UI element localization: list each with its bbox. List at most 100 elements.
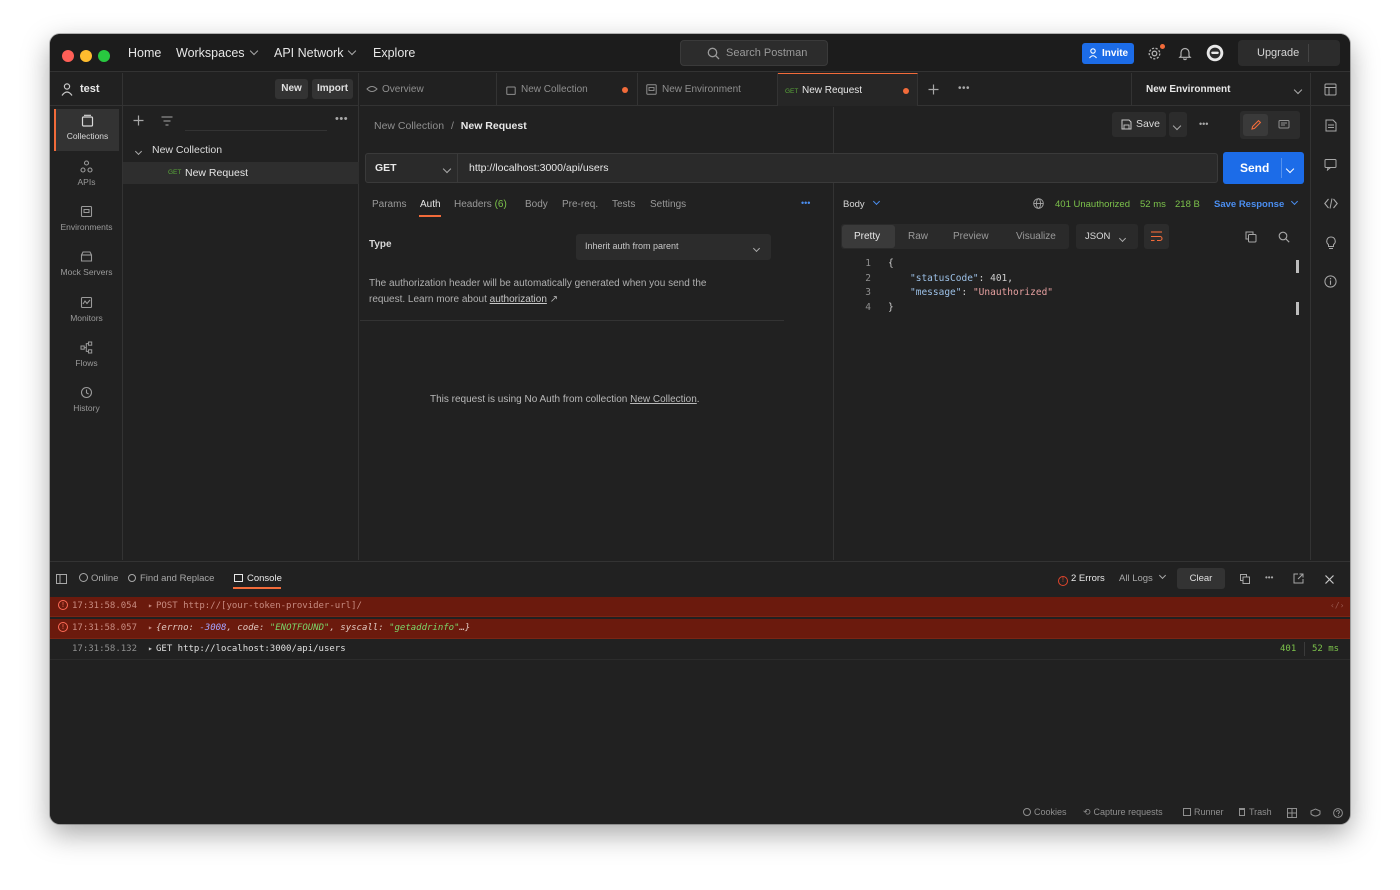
rail-item-history[interactable]: History xyxy=(54,381,119,423)
breadcrumb-collection[interactable]: New Collection xyxy=(374,120,444,132)
console-options-icon[interactable]: ••• xyxy=(1265,573,1273,582)
code-icon[interactable] xyxy=(1324,198,1338,209)
add-icon[interactable] xyxy=(133,115,144,126)
console-row-request[interactable]: 17:31:58.132 ▸ GET http://localhost:3000… xyxy=(50,640,1350,660)
trash-button[interactable]: Trash xyxy=(1239,807,1272,817)
code-lines: { "statusCode": 401, "message": "Unautho… xyxy=(888,257,1268,315)
runner-button[interactable]: Runner xyxy=(1183,807,1224,817)
import-button[interactable]: Import xyxy=(312,79,353,99)
subtab-auth[interactable]: Auth xyxy=(420,199,441,210)
notifications-bell-icon[interactable] xyxy=(1178,46,1192,61)
console-row-error[interactable]: ! 17:31:58.054 ▸ POST http://[your-token… xyxy=(50,597,1350,617)
close-icon[interactable] xyxy=(1325,575,1334,584)
errors-count[interactable]: ! 2 Errors xyxy=(1058,573,1105,586)
more-options-icon[interactable]: ••• xyxy=(335,113,348,125)
rail-item-mock-servers[interactable]: Mock Servers xyxy=(54,245,119,287)
view-pretty[interactable]: Pretty xyxy=(842,225,895,248)
response-body-select[interactable]: Body xyxy=(843,197,880,210)
sidebar-search-field[interactable] xyxy=(185,109,327,131)
online-status[interactable]: Online xyxy=(79,573,118,584)
format-select[interactable]: JSON xyxy=(1076,224,1138,249)
cookies-button[interactable]: Cookies xyxy=(1023,807,1067,817)
code-icon[interactable]: ‹/› xyxy=(1330,601,1344,610)
upgrade-button[interactable]: Upgrade xyxy=(1238,40,1340,66)
url-input[interactable]: http://localhost:3000/api/users xyxy=(469,162,609,174)
response-code-editor[interactable]: 1 2 3 4 { "statusCode": 401, "message": … xyxy=(835,257,1300,327)
view-preview[interactable]: Preview xyxy=(953,231,989,242)
console-row-error[interactable]: ! 17:31:58.057 ▸ {errno: -3008, code: "E… xyxy=(50,619,1350,639)
rail-item-environments[interactable]: Environments xyxy=(54,200,119,242)
collection-item[interactable]: New Collection xyxy=(123,140,359,160)
add-tab-icon[interactable] xyxy=(928,84,939,95)
tab-new-environment[interactable]: New Environment xyxy=(638,73,778,106)
console-tab[interactable]: Console xyxy=(234,573,282,584)
subtab-body[interactable]: Body xyxy=(525,199,548,210)
api-network-menu[interactable]: API Network xyxy=(274,46,357,60)
chevron-down-icon[interactable] xyxy=(134,147,143,156)
response-time[interactable]: 52 ms xyxy=(1140,199,1166,210)
environment-quicklook-icon[interactable] xyxy=(1324,83,1337,96)
documentation-icon[interactable] xyxy=(1325,119,1337,132)
view-raw[interactable]: Raw xyxy=(908,231,928,242)
subtab-settings[interactable]: Settings xyxy=(650,199,686,210)
vault-icon[interactable] xyxy=(1310,808,1321,818)
workspaces-menu[interactable]: Workspaces xyxy=(176,46,258,60)
collection-link[interactable]: New Collection xyxy=(630,394,697,405)
method-select[interactable]: GET xyxy=(366,154,458,182)
scrollbar-marker[interactable] xyxy=(1296,260,1299,273)
capture-requests-button[interactable]: ⟲ Capture requests xyxy=(1083,807,1163,818)
tab-new-request[interactable]: GET New Request xyxy=(778,73,918,106)
rail-item-collections[interactable]: Collections xyxy=(54,109,119,151)
scrollbar-marker[interactable] xyxy=(1296,302,1299,315)
search-icon[interactable] xyxy=(1278,231,1290,243)
info-icon[interactable] xyxy=(1324,275,1337,288)
home-link[interactable]: Home xyxy=(128,46,161,60)
response-size[interactable]: 218 B xyxy=(1175,199,1200,210)
copy-icon[interactable] xyxy=(1245,231,1257,243)
log-level-select[interactable]: All Logs xyxy=(1119,571,1166,584)
auth-type-select[interactable]: Inherit auth from parent xyxy=(576,234,771,260)
environment-select[interactable]: New Environment xyxy=(1131,73,1310,106)
copy-icon[interactable] xyxy=(1240,574,1250,584)
rail-item-monitors[interactable]: Monitors xyxy=(54,291,119,333)
pop-out-icon[interactable] xyxy=(1293,573,1304,584)
environment-icon xyxy=(646,84,657,95)
view-visualize[interactable]: Visualize xyxy=(1016,231,1056,242)
toggle-sidebar-icon[interactable] xyxy=(56,574,67,584)
subtab-params[interactable]: Params xyxy=(372,199,406,210)
explore-link[interactable]: Explore xyxy=(373,46,415,60)
search-input[interactable]: Search Postman xyxy=(680,40,828,66)
layout-icon[interactable] xyxy=(1287,808,1297,818)
rail-item-apis[interactable]: APIs xyxy=(54,155,119,197)
avatar[interactable] xyxy=(1206,44,1224,62)
lightbulb-icon[interactable] xyxy=(1325,236,1337,250)
rail-item-flows[interactable]: Flows xyxy=(54,336,119,378)
subtab-headers[interactable]: Headers (6) xyxy=(454,199,507,210)
invite-button[interactable]: Invite xyxy=(1082,43,1134,64)
tab-options-icon[interactable]: ••• xyxy=(958,83,970,94)
expand-arrow-icon[interactable]: ▸ xyxy=(148,623,153,632)
headers-count: (6) xyxy=(494,199,507,210)
zoom-window-button[interactable] xyxy=(98,50,110,62)
wrap-lines-button[interactable] xyxy=(1144,224,1169,249)
globe-icon[interactable] xyxy=(1033,198,1044,209)
clear-button[interactable]: Clear xyxy=(1177,568,1225,589)
close-window-button[interactable] xyxy=(62,50,74,62)
save-response-button[interactable]: Save Response xyxy=(1214,197,1299,210)
subtab-prereq[interactable]: Pre-req. xyxy=(562,199,598,210)
filter-icon[interactable] xyxy=(161,116,173,126)
cookies-options-icon[interactable]: ••• xyxy=(801,198,810,208)
authorization-link[interactable]: authorization xyxy=(490,294,547,305)
comments-icon[interactable] xyxy=(1324,158,1337,171)
find-replace-button[interactable]: Find and Replace xyxy=(128,573,214,584)
request-item[interactable]: GET New Request xyxy=(123,162,359,184)
tab-new-collection[interactable]: New Collection xyxy=(497,73,638,106)
tab-overview[interactable]: Overview xyxy=(360,73,497,106)
response-status[interactable]: 401 Unauthorized xyxy=(1055,199,1130,210)
help-icon[interactable] xyxy=(1333,808,1343,818)
expand-arrow-icon[interactable]: ▸ xyxy=(148,601,153,610)
minimize-window-button[interactable] xyxy=(80,50,92,62)
expand-arrow-icon[interactable]: ▸ xyxy=(148,644,153,653)
new-button[interactable]: New xyxy=(275,79,308,99)
subtab-tests[interactable]: Tests xyxy=(612,199,635,210)
